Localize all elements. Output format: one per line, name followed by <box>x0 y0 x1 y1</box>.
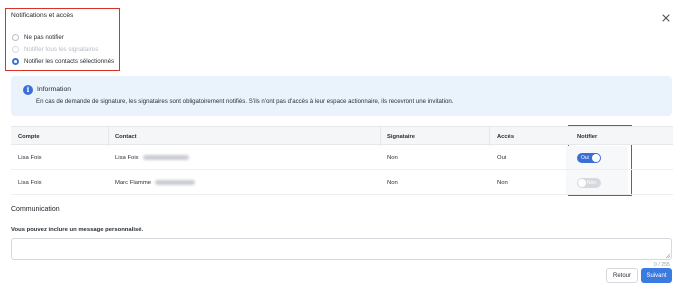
table-row: Lisa Foix Lisa Foix Non Oui Oui <box>11 146 673 170</box>
cell-acces: Non <box>497 180 508 186</box>
table-header: Compte Contact Signataire Accès Notifier <box>11 126 673 146</box>
cell-contact: Marc Flamme <box>115 180 195 186</box>
info-title: Information <box>37 86 72 93</box>
close-icon[interactable] <box>661 13 671 23</box>
notifications-title: Notifications et accès <box>11 12 74 19</box>
message-label: Vous pouvez inclure un message personnal… <box>11 227 144 233</box>
communication-title: Communication <box>11 206 60 213</box>
message-textarea[interactable] <box>11 238 672 260</box>
cell-signataire: Non <box>387 180 398 186</box>
radio-label: Notifier les contacts sélectionnés <box>24 58 115 65</box>
radio-button[interactable] <box>12 34 19 41</box>
info-box: i Information En cas de demande de signa… <box>11 76 672 116</box>
contact-name: Lisa Foix <box>115 155 139 162</box>
column-divider <box>108 127 109 146</box>
radio-label: Notifier tous les signataires <box>24 46 99 53</box>
radio-option-notify-all: Notifier tous les signataires <box>12 46 98 53</box>
radio-option-no-notify[interactable]: Ne pas notifier <box>12 34 64 41</box>
header-compte: Compte <box>18 134 40 140</box>
next-button[interactable]: Suivant <box>641 268 672 283</box>
table-row: Lisa Foix Marc Flamme Non Non Non <box>11 171 673 195</box>
radio-button[interactable] <box>12 58 19 65</box>
notifier-toggle[interactable]: Oui <box>577 153 601 163</box>
column-divider <box>489 127 490 146</box>
back-button[interactable]: Retour <box>606 268 638 283</box>
radio-option-notify-selected[interactable]: Notifier les contacts sélectionnés <box>12 58 114 65</box>
redacted-email <box>155 180 195 185</box>
notifier-toggle[interactable]: Non <box>577 178 601 188</box>
header-contact: Contact <box>115 134 137 140</box>
resize-grip-icon[interactable] <box>665 253 671 259</box>
cell-signataire: Non <box>387 155 398 161</box>
cell-acces: Oui <box>497 155 507 161</box>
header-signataire: Signataire <box>387 134 416 140</box>
info-icon: i <box>23 85 33 95</box>
toggle-knob <box>592 154 600 162</box>
redacted-email <box>142 155 189 160</box>
radio-label: Ne pas notifier <box>24 34 64 41</box>
cell-compte: Lisa Foix <box>18 180 42 186</box>
toggle-knob <box>578 179 586 187</box>
cell-contact: Lisa Foix <box>115 155 189 161</box>
column-divider <box>380 127 381 146</box>
info-text: En cas de demande de signature, les sign… <box>36 98 454 105</box>
contact-name: Marc Flamme <box>115 180 151 187</box>
cell-compte: Lisa Foix <box>18 155 42 161</box>
header-notifier: Notifier <box>577 134 598 140</box>
radio-button <box>12 46 19 53</box>
toggle-label: Oui <box>581 155 589 161</box>
toggle-label: Non <box>587 180 597 186</box>
header-acces: Accès <box>497 134 515 140</box>
